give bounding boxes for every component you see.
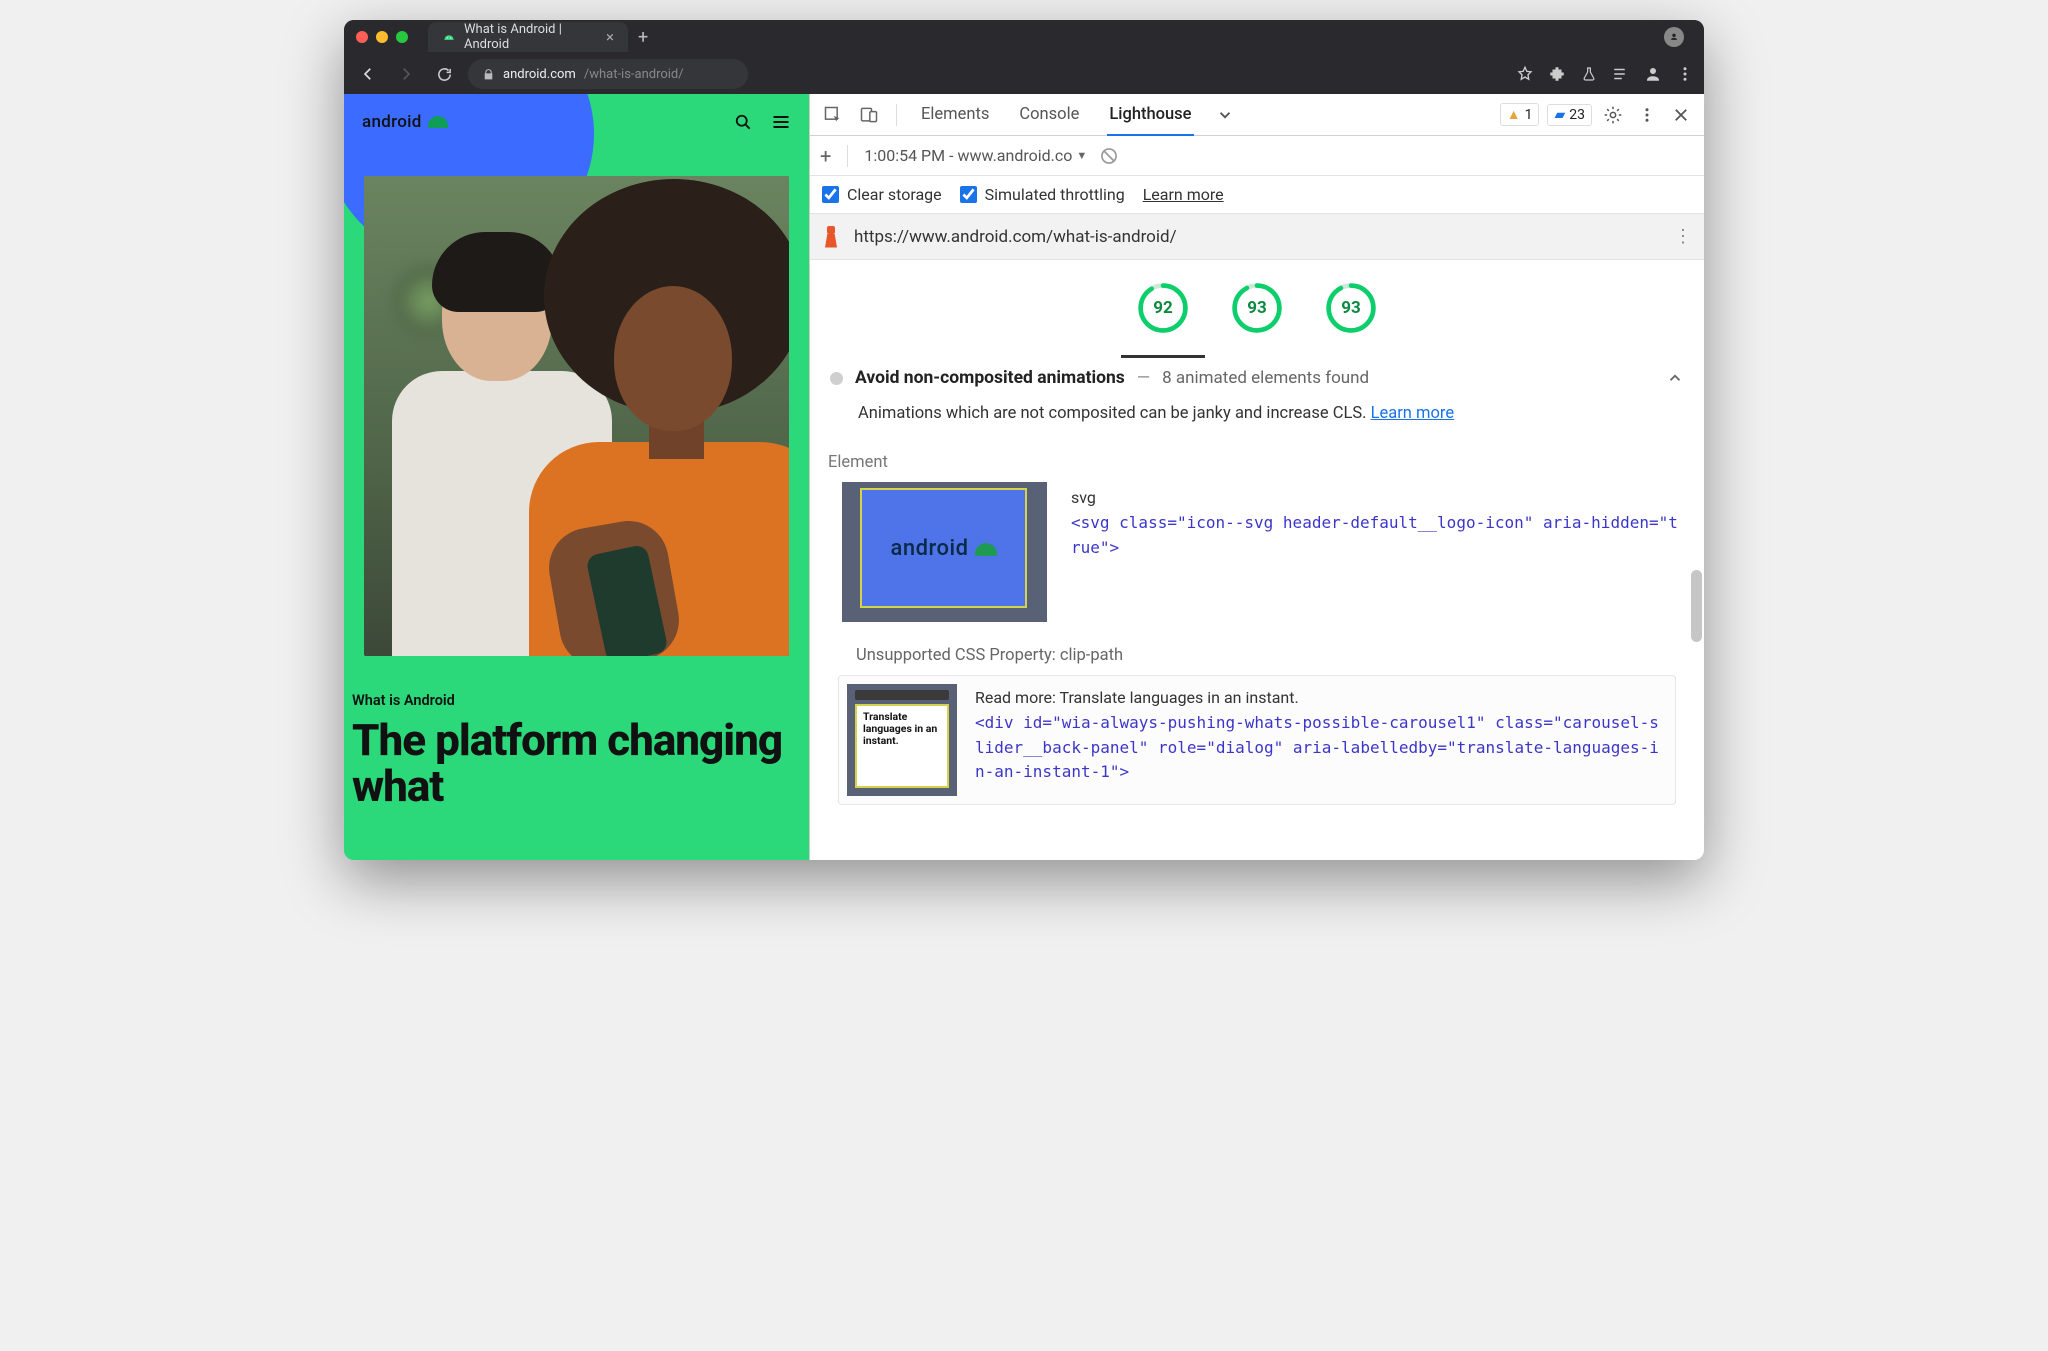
lock-icon — [482, 68, 495, 81]
omnibox[interactable]: android.com/what-is-android/ — [468, 59, 748, 89]
search-icon[interactable] — [733, 112, 753, 132]
lighthouse-body: 92 93 93 Avoid non-composited animations — [810, 260, 1704, 860]
element-row-2: Translate languages in an instant. Read … — [838, 675, 1676, 805]
learn-more-link[interactable]: Learn more — [1143, 185, 1224, 204]
page-header: android — [344, 94, 809, 142]
issues-badge[interactable]: ▰23 — [1547, 104, 1592, 126]
score-gauge-1[interactable]: 92 — [1137, 282, 1189, 334]
warn-count: 1 — [1525, 107, 1533, 123]
tab-console[interactable]: Console — [1009, 94, 1089, 135]
dropdown-caret-icon: ▼ — [1076, 149, 1087, 162]
lighthouse-options: Clear storage Simulated throttling Learn… — [810, 176, 1704, 214]
element-html-1[interactable]: <svg class="icon--svg header-default__lo… — [1071, 511, 1686, 561]
collapse-chevron-icon[interactable] — [1666, 369, 1684, 387]
tab-close-icon[interactable]: × — [606, 28, 614, 46]
minimize-window-button[interactable] — [376, 31, 388, 43]
hamburger-menu-icon[interactable] — [771, 112, 791, 132]
profile-icon[interactable] — [1644, 65, 1662, 83]
extensions-icon[interactable] — [1548, 65, 1566, 83]
audited-url-bar: https://www.android.com/what-is-android/… — [810, 214, 1704, 260]
titlebar: What is Android | Android × + — [344, 20, 1704, 54]
devtools-close-icon[interactable] — [1668, 102, 1694, 128]
more-tabs-icon[interactable] — [1212, 102, 1238, 128]
toolbar-right — [1516, 65, 1694, 83]
element-html-2[interactable]: <div id="wia-always-pushing-whats-possib… — [975, 711, 1667, 785]
new-report-button[interactable]: + — [820, 144, 831, 168]
android-brand[interactable]: android — [362, 112, 448, 132]
audit-learn-more-link[interactable]: Learn more — [1371, 404, 1454, 423]
labs-icon[interactable] — [1580, 65, 1598, 83]
reload-button[interactable] — [430, 60, 458, 88]
profile-badge[interactable] — [1664, 27, 1684, 47]
browser-window: What is Android | Android × + android.co… — [344, 20, 1704, 860]
close-window-button[interactable] — [356, 31, 368, 43]
report-dropdown[interactable]: 1:00:54 PM - www.android.co ▼ — [864, 146, 1087, 165]
lighthouse-toolbar: + 1:00:54 PM - www.android.co ▼ — [810, 136, 1704, 176]
element-thumbnail-1: android — [842, 482, 1047, 622]
android-robot-icon — [975, 543, 997, 556]
tab-elements[interactable]: Elements — [911, 94, 999, 135]
devtools-tabbar: Elements Console Lighthouse ▲1 ▰23 — [810, 94, 1704, 136]
android-robot-icon — [428, 116, 448, 128]
window-controls — [356, 31, 408, 43]
failure-reason-label: Unsupported CSS Property: clip-path — [828, 640, 1686, 675]
reading-list-icon[interactable] — [1612, 65, 1630, 83]
devtools-menu-icon[interactable] — [1634, 102, 1660, 128]
audit-header[interactable]: Avoid non-composited animations — 8 anim… — [828, 358, 1686, 398]
url-path: /what-is-android/ — [584, 67, 684, 82]
tab-lighthouse[interactable]: Lighthouse — [1099, 94, 1201, 135]
audit-item: Avoid non-composited animations — 8 anim… — [810, 350, 1704, 805]
settings-gear-icon[interactable] — [1600, 102, 1626, 128]
audit-description: Animations which are not composited can … — [828, 398, 1686, 437]
hero-image — [364, 176, 789, 656]
score-row: 92 93 93 — [810, 260, 1704, 350]
score-gauge-3[interactable]: 93 — [1325, 282, 1377, 334]
warnings-badge[interactable]: ▲1 — [1500, 103, 1540, 126]
device-toggle-icon[interactable] — [856, 102, 882, 128]
clear-storage-checkbox[interactable]: Clear storage — [822, 185, 942, 204]
forward-button[interactable] — [392, 60, 420, 88]
url-host: android.com — [503, 67, 576, 82]
address-bar: android.com/what-is-android/ — [344, 54, 1704, 94]
tabstrip: What is Android | Android × + — [428, 20, 1664, 54]
audit-title: Avoid non-composited animations — [855, 368, 1125, 388]
audit-summary: 8 animated elements found — [1162, 368, 1369, 388]
browser-tab[interactable]: What is Android | Android × — [428, 22, 628, 52]
menu-icon[interactable] — [1676, 65, 1694, 83]
element-code-2: Read more: Translate languages in an ins… — [975, 684, 1667, 785]
scrollbar-thumb[interactable] — [1691, 570, 1702, 642]
new-tab-button[interactable]: + — [638, 27, 648, 48]
page-eyebrow: What is Android — [344, 666, 809, 717]
element-column-label: Element — [828, 437, 1686, 482]
tab-title: What is Android | Android — [464, 22, 594, 52]
bookmark-star-icon[interactable] — [1516, 65, 1534, 83]
back-button[interactable] — [354, 60, 382, 88]
element-code-1: svg <svg class="icon--svg header-default… — [1071, 482, 1686, 560]
element-row-1: android svg <svg class="icon--svg header… — [828, 482, 1686, 640]
audited-url: https://www.android.com/what-is-android/ — [854, 227, 1177, 247]
webpage-android: android What is Android — [344, 94, 809, 860]
devtools-panel: Elements Console Lighthouse ▲1 ▰23 + 1:0… — [809, 94, 1704, 860]
simulated-throttling-checkbox[interactable]: Simulated throttling — [960, 185, 1125, 204]
clear-report-icon[interactable] — [1099, 146, 1119, 166]
maximize-window-button[interactable] — [396, 31, 408, 43]
inspect-icon[interactable] — [820, 102, 846, 128]
audit-status-dot — [830, 372, 843, 385]
page-headline: The platform changing what — [344, 717, 809, 809]
element-thumbnail-2: Translate languages in an instant. — [847, 684, 957, 796]
report-label: 1:00:54 PM - www.android.co — [864, 146, 1072, 165]
person-2 — [484, 194, 789, 654]
lighthouse-beacon-icon — [822, 226, 840, 248]
android-favicon-icon — [442, 30, 456, 44]
score-gauge-2[interactable]: 93 — [1231, 282, 1283, 334]
content-area: android What is Android — [344, 94, 1704, 860]
brand-text: android — [362, 112, 422, 132]
issue-count: 23 — [1569, 107, 1585, 123]
report-more-icon[interactable]: ⋮ — [1674, 226, 1692, 247]
